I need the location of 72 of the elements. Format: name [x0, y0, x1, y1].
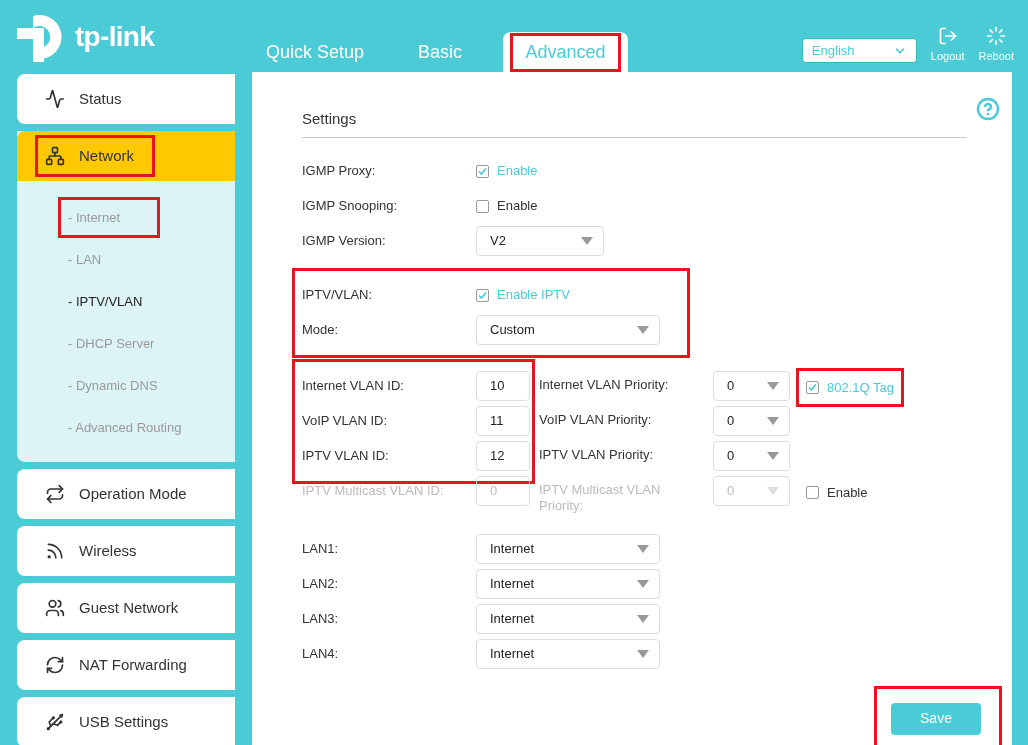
sidebar-item[interactable]: Wireless	[17, 526, 235, 576]
vlan-id-input[interactable]: 11	[476, 406, 530, 436]
checkbox-label: Enable IPTV	[497, 286, 570, 305]
sidebar-item[interactable]: Network	[17, 131, 235, 181]
dropdown-arrow-icon	[637, 650, 649, 658]
dropdown[interactable]: Internet	[476, 639, 660, 669]
help-icon[interactable]	[976, 97, 1000, 121]
field-label: IGMP Snooping:	[302, 197, 399, 216]
checkbox-label: 802.1Q Tag	[827, 378, 894, 397]
field-label: LAN1:	[302, 540, 340, 559]
submenu-item[interactable]: - IPTV/VLAN	[68, 293, 173, 309]
pulse-icon	[45, 89, 65, 109]
vlan-id-input[interactable]: 12	[476, 441, 530, 471]
dropdown-arrow-icon	[767, 451, 779, 460]
checkbox[interactable]	[476, 199, 489, 213]
usb-icon	[45, 712, 65, 732]
field-label: Internet VLAN Priority:	[539, 375, 670, 393]
highlight-frame: Network	[35, 134, 155, 178]
field-label: IPTV Multicast VLAN ID:	[302, 482, 445, 501]
dropdown-arrow-icon	[767, 381, 779, 390]
field-label: VoIP VLAN ID:	[302, 412, 389, 431]
dropdown-arrow-icon	[637, 615, 649, 623]
field-label: Internet VLAN ID:	[302, 377, 405, 396]
dropdown-arrow-icon	[637, 326, 649, 334]
dropdown-arrow-icon	[767, 486, 779, 495]
dropdown[interactable]: 0	[713, 370, 790, 401]
check-icon	[478, 290, 487, 300]
dropdown[interactable]: Internet	[476, 604, 660, 634]
section-title: Settings	[302, 108, 967, 138]
swap-arrows-icon	[45, 484, 65, 504]
field-label: LAN3:	[302, 610, 340, 629]
checkbox[interactable]	[476, 288, 489, 302]
vlan-id-input[interactable]: 10	[476, 371, 530, 401]
field-label: IGMP Proxy:	[302, 162, 377, 181]
sidebar-item[interactable]: NAT Forwarding	[17, 640, 235, 690]
field-label: LAN4:	[302, 645, 340, 664]
dropdown[interactable]: Internet	[476, 569, 660, 599]
sidebar-item[interactable]: Status	[17, 74, 235, 124]
sidebar-item[interactable]: USB Settings	[17, 697, 235, 745]
circular-arrows-icon	[45, 655, 65, 675]
dropdown-arrow-icon	[637, 580, 649, 588]
network-icon	[45, 146, 65, 166]
logout-icon	[937, 26, 958, 46]
field-label: IPTV/VLAN:	[302, 286, 374, 305]
check-icon	[478, 166, 487, 176]
check-icon	[808, 382, 817, 392]
dropdown[interactable]: 0	[713, 440, 790, 471]
field-label: IPTV VLAN Priority:	[539, 445, 655, 463]
users-icon	[45, 598, 65, 618]
field-label: IPTV VLAN ID:	[302, 447, 390, 466]
checkbox-label: Enable	[497, 197, 538, 216]
sidebar-item[interactable]: Guest Network	[17, 583, 235, 633]
dropdown-arrow-icon	[767, 416, 779, 425]
checkbox[interactable]	[476, 164, 489, 178]
dropdown-arrow-icon	[637, 545, 649, 553]
field-label: IPTV Multicast VLAN Priority:	[539, 480, 662, 514]
dropdown[interactable]: 0	[713, 405, 790, 436]
field-label: IGMP Version:	[302, 232, 387, 251]
wifi-icon	[45, 541, 65, 561]
spinner-icon	[986, 26, 1007, 46]
dropdown[interactable]: Custom	[476, 315, 660, 345]
field-label: VoIP VLAN Priority:	[539, 410, 653, 428]
dropdown[interactable]: Internet	[476, 534, 660, 564]
dropdown-arrow-icon	[581, 237, 593, 245]
brand-name: tp-link	[75, 20, 155, 54]
sidebar-item[interactable]: Operation Mode	[17, 469, 235, 519]
checkbox[interactable]	[806, 380, 819, 394]
checkbox-label: Enable	[827, 483, 868, 502]
checkbox-label: Enable	[497, 162, 538, 181]
dropdown[interactable]: V2	[476, 226, 604, 256]
field-label: Mode:	[302, 321, 340, 340]
field-label: LAN2:	[302, 575, 340, 594]
